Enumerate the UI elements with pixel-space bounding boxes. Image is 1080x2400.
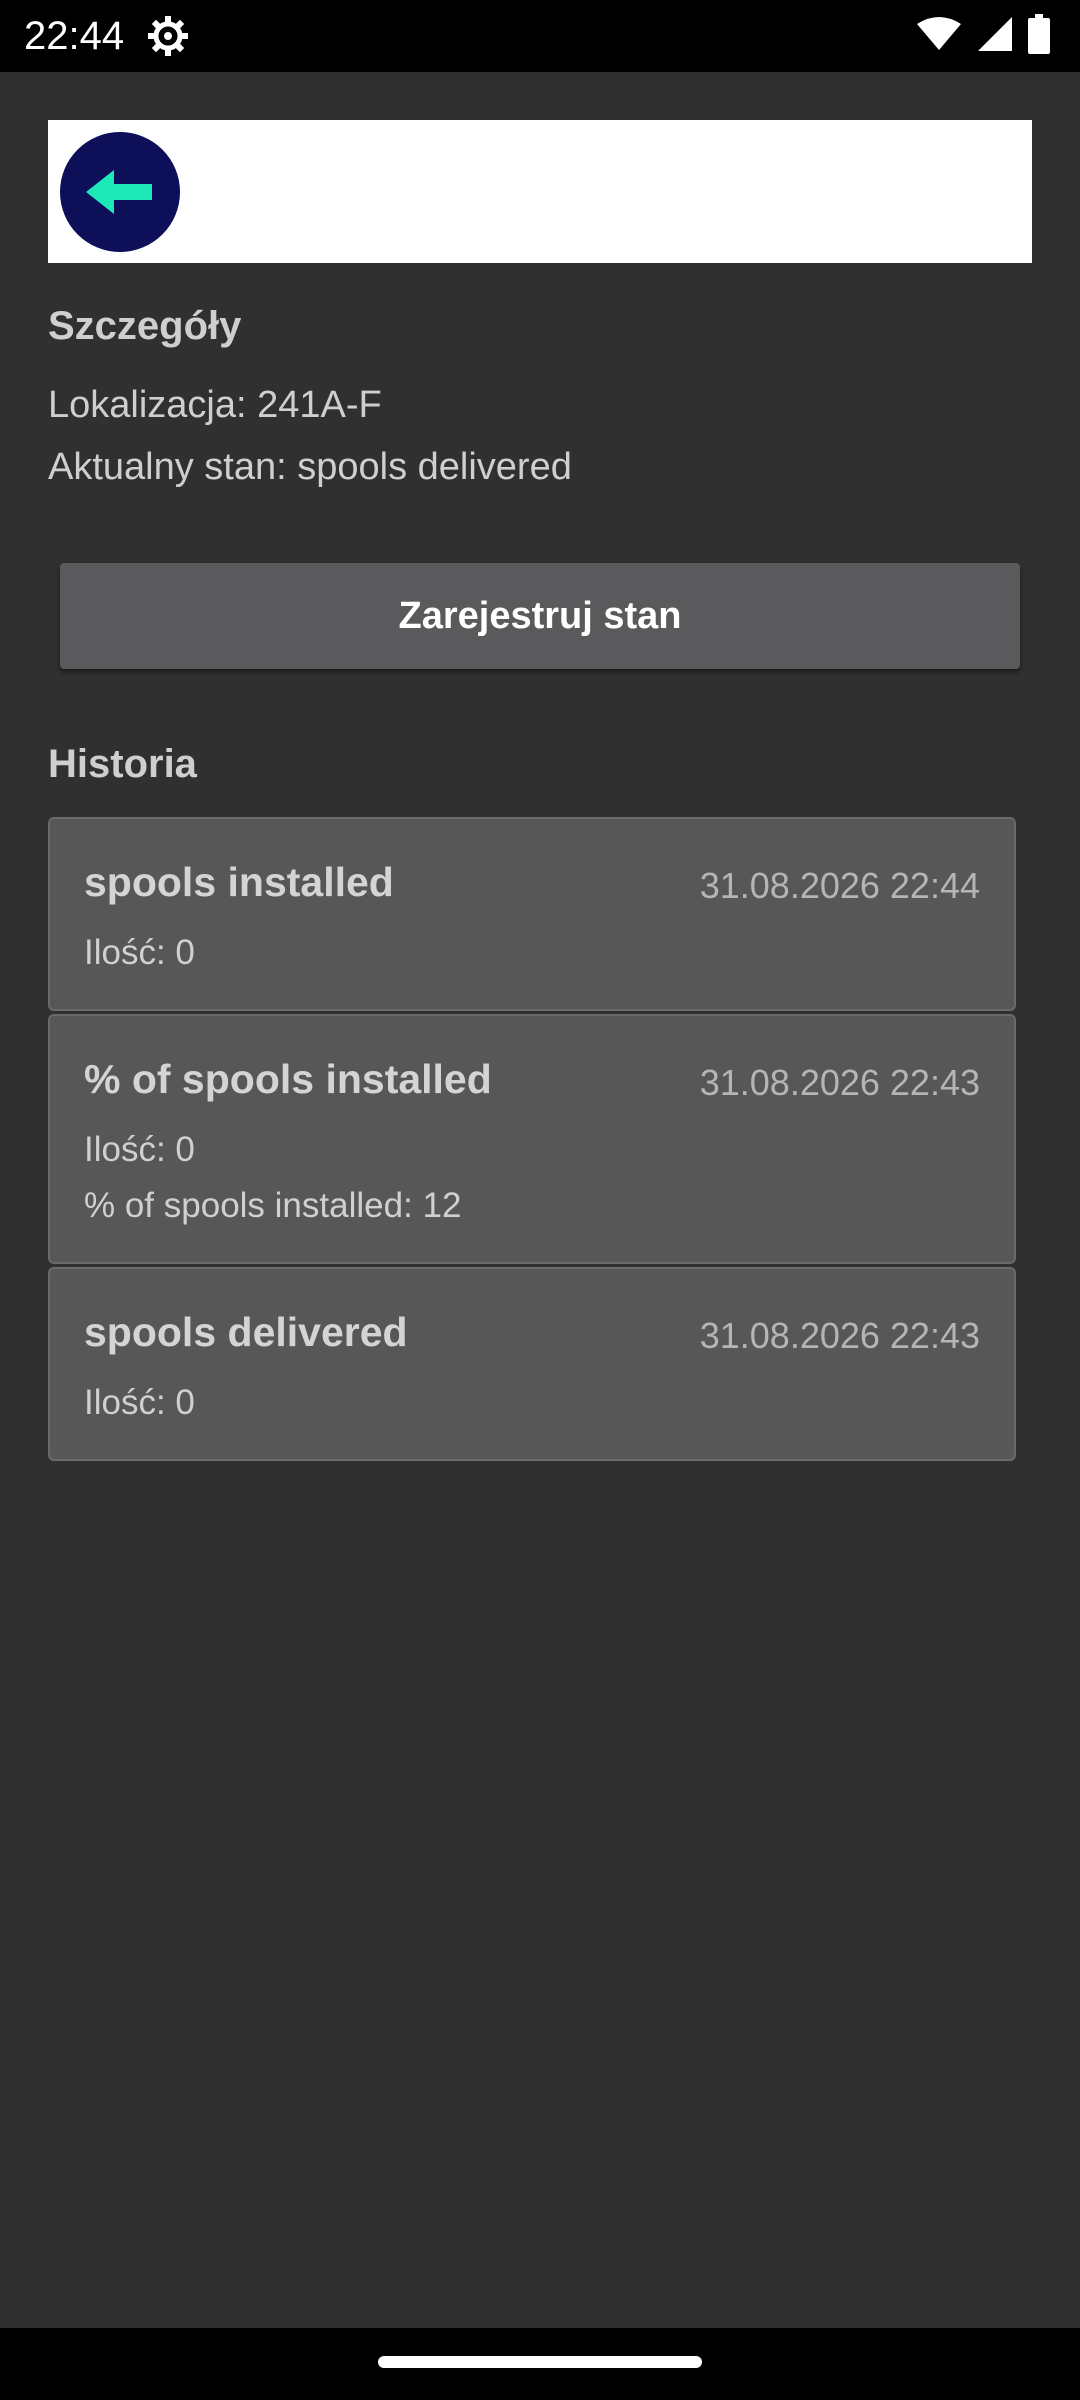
history-item-date: 31.08.2026 22:43 xyxy=(699,1062,980,1103)
history-item-date: 31.08.2026 22:43 xyxy=(699,1315,980,1356)
gear-icon xyxy=(146,14,190,58)
history-item-title: spools delivered xyxy=(84,1309,408,1355)
history-item-quantity: Ilość: 0 xyxy=(84,1383,195,1422)
details-title: Szczegóły xyxy=(48,304,242,348)
back-button[interactable] xyxy=(60,132,180,252)
navigation-bar xyxy=(0,2328,1080,2400)
history-title: Historia xyxy=(48,742,197,786)
status-icons xyxy=(916,13,1050,59)
history-item-title: % of spools installed xyxy=(84,1056,492,1102)
wifi-icon xyxy=(916,16,962,57)
location-text: Lokalizacja: 241A-F xyxy=(48,384,382,426)
arrow-left-icon xyxy=(86,170,152,214)
history-list: spools installed 31.08.2026 22:44 Ilość:… xyxy=(48,817,1016,1464)
status-time: 22:44 xyxy=(24,14,125,58)
history-item[interactable]: % of spools installed 31.08.2026 22:43 I… xyxy=(48,1014,1016,1264)
history-item[interactable]: spools delivered 31.08.2026 22:43 Ilość:… xyxy=(48,1267,1016,1461)
history-item-quantity: Ilość: 0 xyxy=(84,1130,195,1169)
history-item-title: spools installed xyxy=(84,859,394,905)
current-state-text: Aktualny stan: spools delivered xyxy=(48,446,572,488)
history-item[interactable]: spools installed 31.08.2026 22:44 Ilość:… xyxy=(48,817,1016,1011)
register-state-button[interactable]: Zarejestruj stan xyxy=(60,563,1020,669)
history-item-date: 31.08.2026 22:44 xyxy=(699,865,980,906)
battery-icon xyxy=(1028,13,1050,59)
history-item-quantity: Ilość: 0 xyxy=(84,933,195,972)
signal-icon xyxy=(976,15,1014,58)
home-indicator[interactable] xyxy=(378,2356,702,2368)
history-item-extra: % of spools installed: 12 xyxy=(84,1186,462,1225)
header-bar xyxy=(48,120,1032,263)
status-bar: 22:44 xyxy=(0,0,1080,72)
